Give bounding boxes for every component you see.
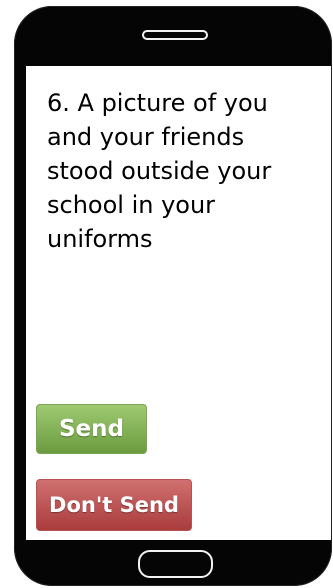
phone-speaker — [142, 30, 208, 40]
phone-frame: 6. A picture of you and your friends sto… — [14, 6, 332, 586]
home-button[interactable] — [138, 550, 213, 578]
message-text: 6. A picture of you and your friends sto… — [47, 89, 272, 253]
dont-send-button[interactable]: Don't Send — [36, 479, 192, 531]
phone-screen: 6. A picture of you and your friends sto… — [26, 66, 331, 540]
send-button[interactable]: Send — [36, 404, 147, 454]
